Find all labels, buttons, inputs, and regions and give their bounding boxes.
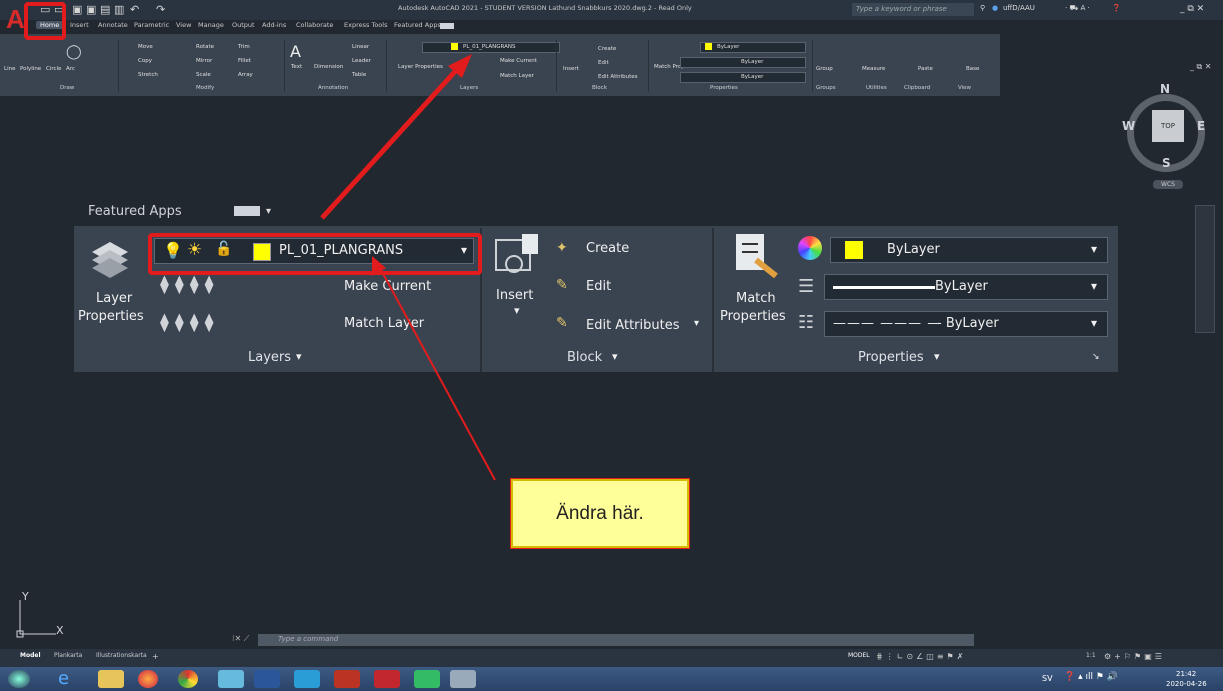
command-close-icon[interactable]: ⁝✕ ⟋ [232, 634, 249, 644]
status-bar [0, 649, 1223, 667]
ie-icon[interactable]: e [58, 670, 84, 688]
command-placeholder: Type a command [278, 635, 339, 643]
layout-tab-illustrationskarta[interactable]: Illustrationskarta [96, 652, 147, 659]
model-space-toggle[interactable]: MODEL [848, 652, 870, 659]
add-layout-icon[interactable]: + [152, 652, 159, 661]
compass-west[interactable]: W [1122, 119, 1135, 133]
start-button[interactable] [8, 670, 30, 688]
command-input[interactable]: Type a command [258, 634, 974, 646]
layout-tab-model[interactable]: Model [20, 652, 41, 659]
firefox-icon[interactable] [138, 670, 158, 688]
chrome-icon[interactable] [178, 670, 198, 688]
wcs-menu[interactable]: WCS [1153, 180, 1183, 189]
compass-east[interactable]: E [1197, 119, 1205, 133]
compass-south[interactable]: S [1162, 156, 1171, 170]
word-icon[interactable] [254, 670, 280, 688]
app-icon[interactable] [218, 670, 244, 688]
defender-icon[interactable] [414, 670, 440, 688]
tray-icons[interactable]: ❓ ▴ ıll ⚑ 🔊 [1064, 672, 1118, 682]
status-toggles-icons[interactable]: ⋕⋮∟⊙∠◫≡⚑✗ [876, 652, 966, 661]
acrobat-icon[interactable] [334, 670, 360, 688]
autocad-taskbar-icon[interactable] [374, 670, 400, 688]
x-axis-label: X [56, 624, 64, 637]
layout-tab-plankarta[interactable]: Plankarta [54, 652, 82, 659]
compass-north[interactable]: N [1160, 82, 1170, 96]
y-axis-label: Y [22, 590, 29, 603]
language-indicator[interactable]: SV [1042, 674, 1053, 683]
explorer-icon[interactable] [98, 670, 124, 688]
snipping-icon[interactable] [450, 670, 476, 688]
navigation-bar[interactable] [1195, 205, 1215, 333]
annotation-scale[interactable]: 1:1 [1086, 652, 1096, 659]
status-settings-icons[interactable]: ⚙+⚐⚑▣☰ [1104, 652, 1165, 661]
annotation-note: Ändra här. [510, 478, 690, 549]
annotation-arrows [320, 54, 496, 481]
arcgis-icon[interactable] [294, 670, 320, 688]
viewcube-top[interactable]: TOP [1152, 110, 1184, 142]
clock-date[interactable]: 2020-04-26 [1166, 680, 1207, 688]
clock-time[interactable]: 21:42 [1176, 670, 1196, 678]
